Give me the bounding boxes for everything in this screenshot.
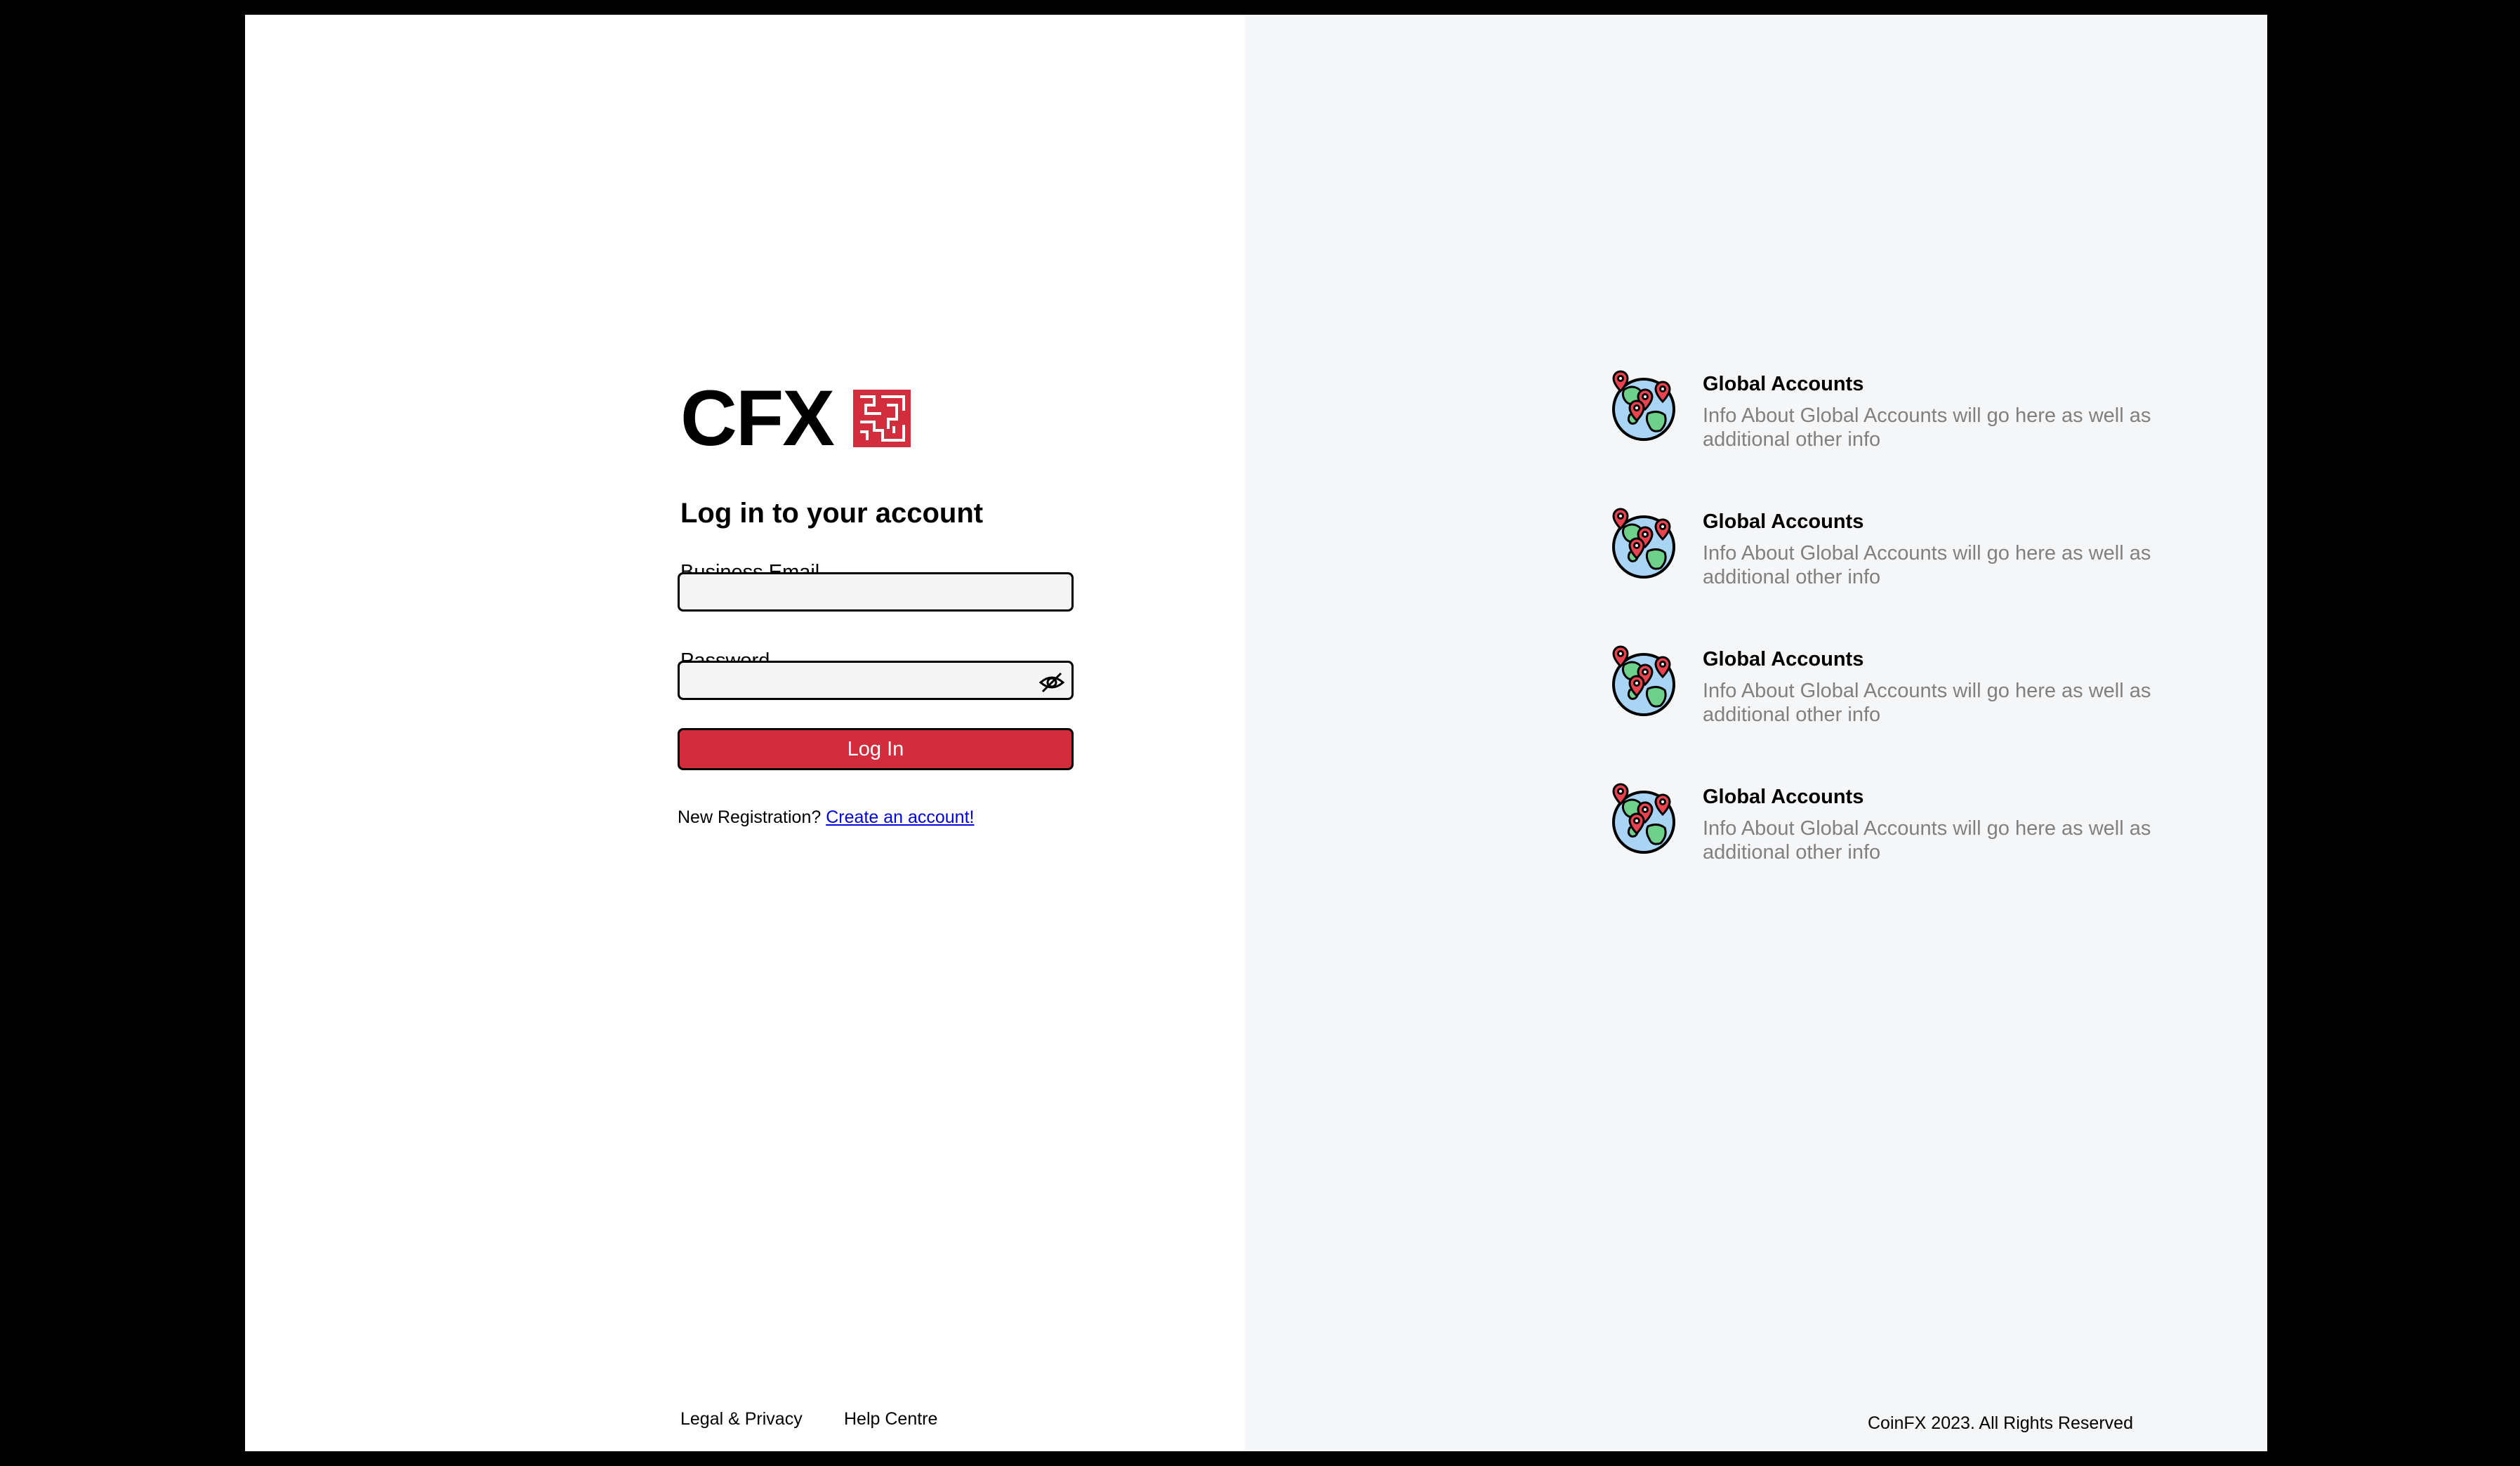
help-centre-link[interactable]: Help Centre	[844, 1408, 937, 1430]
features-panel: Global Accounts Info About Global Accoun…	[1245, 15, 2267, 1451]
globe-pins-icon	[1609, 506, 1677, 579]
feature-title: Global Accounts	[1703, 648, 1864, 671]
feature-title: Global Accounts	[1703, 786, 1864, 808]
login-button[interactable]: Log In	[678, 728, 1074, 770]
password-field[interactable]	[680, 663, 1071, 698]
eye-off-icon[interactable]	[1038, 668, 1066, 696]
feature-item: Global Accounts Info About Global Accoun…	[1609, 781, 2241, 880]
feature-description: Info About Global Accounts will go here …	[1703, 404, 2151, 451]
brand-wordmark: CFX	[680, 374, 835, 462]
page-title: Log in to your account	[680, 498, 984, 529]
password-field-box	[678, 661, 1074, 700]
register-row: New Registration? Create an account!	[678, 805, 974, 829]
legal-privacy-link[interactable]: Legal & Privacy	[680, 1408, 803, 1430]
login-panel: CFX Log in to your account Business Emai…	[245, 15, 1245, 1451]
brand-mark-icon	[853, 390, 911, 447]
feature-item: Global Accounts Info About Global Accoun…	[1609, 644, 2241, 742]
register-prompt: New Registration?	[678, 807, 822, 827]
page-frame: CFX Log in to your account Business Emai…	[245, 15, 2267, 1451]
feature-description: Info About Global Accounts will go here …	[1703, 817, 2151, 864]
globe-pins-icon	[1609, 781, 1677, 854]
copyright-text: CoinFX 2023. All Rights Reserved	[1868, 1413, 2133, 1433]
feature-title: Global Accounts	[1703, 373, 1864, 395]
feature-item: Global Accounts Info About Global Accoun…	[1609, 506, 2241, 605]
globe-pins-icon	[1609, 644, 1677, 717]
create-account-link[interactable]: Create an account!	[826, 807, 974, 827]
feature-item: Global Accounts Info About Global Accoun…	[1609, 369, 2241, 467]
feature-description: Info About Global Accounts will go here …	[1703, 542, 2151, 588]
email-field[interactable]	[680, 574, 1071, 609]
feature-description: Info About Global Accounts will go here …	[1703, 680, 2151, 726]
feature-title: Global Accounts	[1703, 510, 1864, 533]
globe-pins-icon	[1609, 369, 1677, 442]
email-field-box	[678, 572, 1074, 612]
brand-logo: CFX	[680, 374, 911, 462]
